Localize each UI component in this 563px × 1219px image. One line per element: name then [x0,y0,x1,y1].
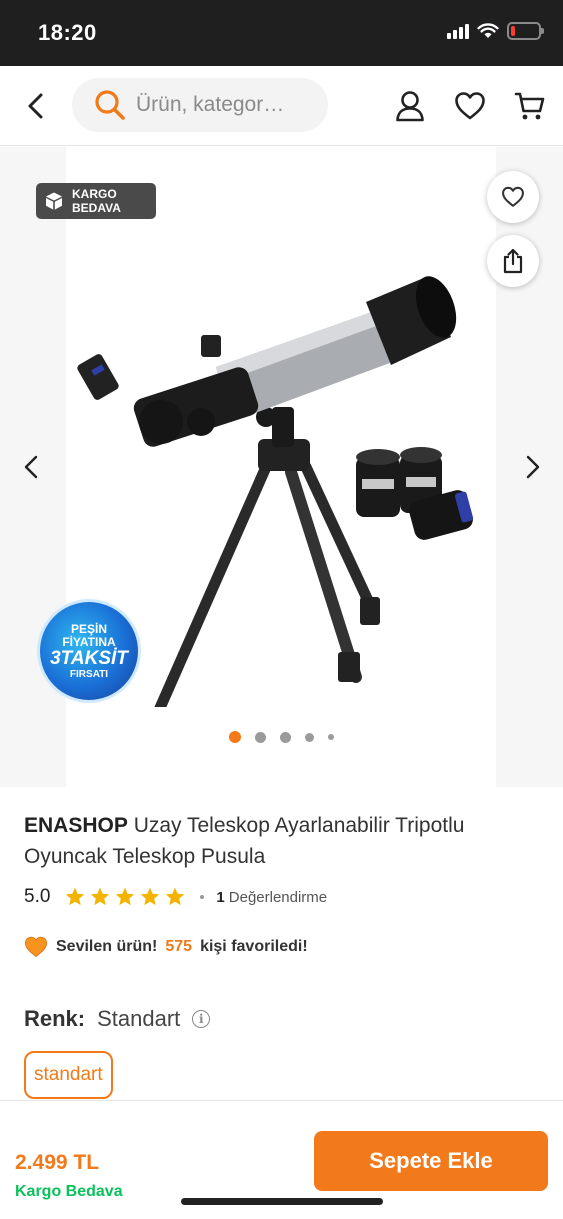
rating-value: 5.0 [24,886,51,907]
status-bar: 18:20 [0,0,563,66]
product-gallery[interactable]: KARGO BEDAVA PEŞİN FİYATINA 3TAKSİT FIRS… [0,147,563,787]
color-selector-header: Renk: Standart i [24,1006,211,1032]
review-count: 1 [216,888,225,906]
cargo-badge-line2: BEDAVA [72,201,121,215]
star-icon [66,887,85,906]
product-brand[interactable]: ENASHOP [24,814,128,837]
orange-heart-icon [24,936,48,957]
gallery-dot[interactable] [229,731,241,743]
heart-icon [455,92,485,120]
user-icon [396,91,424,122]
gallery-dot[interactable] [328,734,334,740]
rating-stars [64,886,186,908]
favorite-suffix: kişi favoriledi! [200,938,308,955]
chevron-left-icon [24,455,38,479]
back-button[interactable] [18,88,54,124]
gallery-pagination [0,731,563,743]
wifi-icon [477,23,499,38]
cargo-badge-line1: KARGO [72,187,117,201]
heart-icon [502,186,524,207]
star-icon [166,887,185,906]
search-box[interactable] [72,78,328,132]
search-icon [95,90,125,120]
promo-line4: FIRSATI [69,668,109,680]
account-button[interactable] [390,86,430,126]
gallery-next-button[interactable] [518,447,548,487]
star-icon [116,887,135,906]
star-icon [141,887,160,906]
share-icon [503,248,523,274]
gallery-dot[interactable] [280,731,291,743]
status-time: 18:20 [38,20,97,45]
cart-button[interactable] [510,86,550,126]
home-indicator [181,1198,383,1205]
color-label: Renk: [24,1006,86,1031]
price: 2.499 TL [15,1151,100,1174]
rating-row[interactable]: 5.0 1 Değerlendirme [24,884,327,910]
box-icon [46,192,62,210]
shipping-info: Kargo Bedava [15,1183,123,1200]
color-value: Standart [97,1006,181,1031]
gallery-prev-button[interactable] [16,447,46,487]
gallery-dot[interactable] [305,732,314,742]
info-icon[interactable]: i [192,1010,211,1028]
chevron-right-icon [526,455,540,479]
cart-icon [514,92,545,120]
status-icons [447,22,544,40]
back-icon [28,93,43,119]
free-shipping-badge: KARGO BEDAVA [36,183,156,219]
promo-line1: PEŞİN [70,621,107,636]
favorite-info: Sevilen ürün! 575 kişi favoriledi! [24,936,308,958]
favorite-count: 575 [165,938,193,955]
signal-icon [447,23,469,39]
cargo-badge-text: KARGO BEDAVA [72,187,121,215]
share-button[interactable] [487,235,539,287]
header [0,66,563,146]
separator-dot [200,895,205,899]
add-to-cart-button[interactable]: Sepete Ekle [314,1131,548,1191]
product-title: ENASHOP Uzay Teleskop Ayarlanabilir Trip… [24,810,544,872]
favorite-prefix: Sevilen ürün! [56,938,158,955]
gallery-dot[interactable] [255,731,266,743]
star-icon [91,887,110,906]
search-input[interactable] [136,93,306,117]
favorite-button[interactable] [487,171,539,223]
review-label: Değerlendirme [228,888,328,906]
promo-line2: FİYATINA [62,634,116,649]
promo-line3: 3TAKSİT [50,647,128,669]
favorites-button[interactable] [450,86,490,126]
battery-icon [507,22,544,40]
installment-promo-badge: PEŞİN FİYATINA 3TAKSİT FIRSATI [40,602,138,700]
variant-option-standart[interactable]: standart [24,1051,113,1099]
